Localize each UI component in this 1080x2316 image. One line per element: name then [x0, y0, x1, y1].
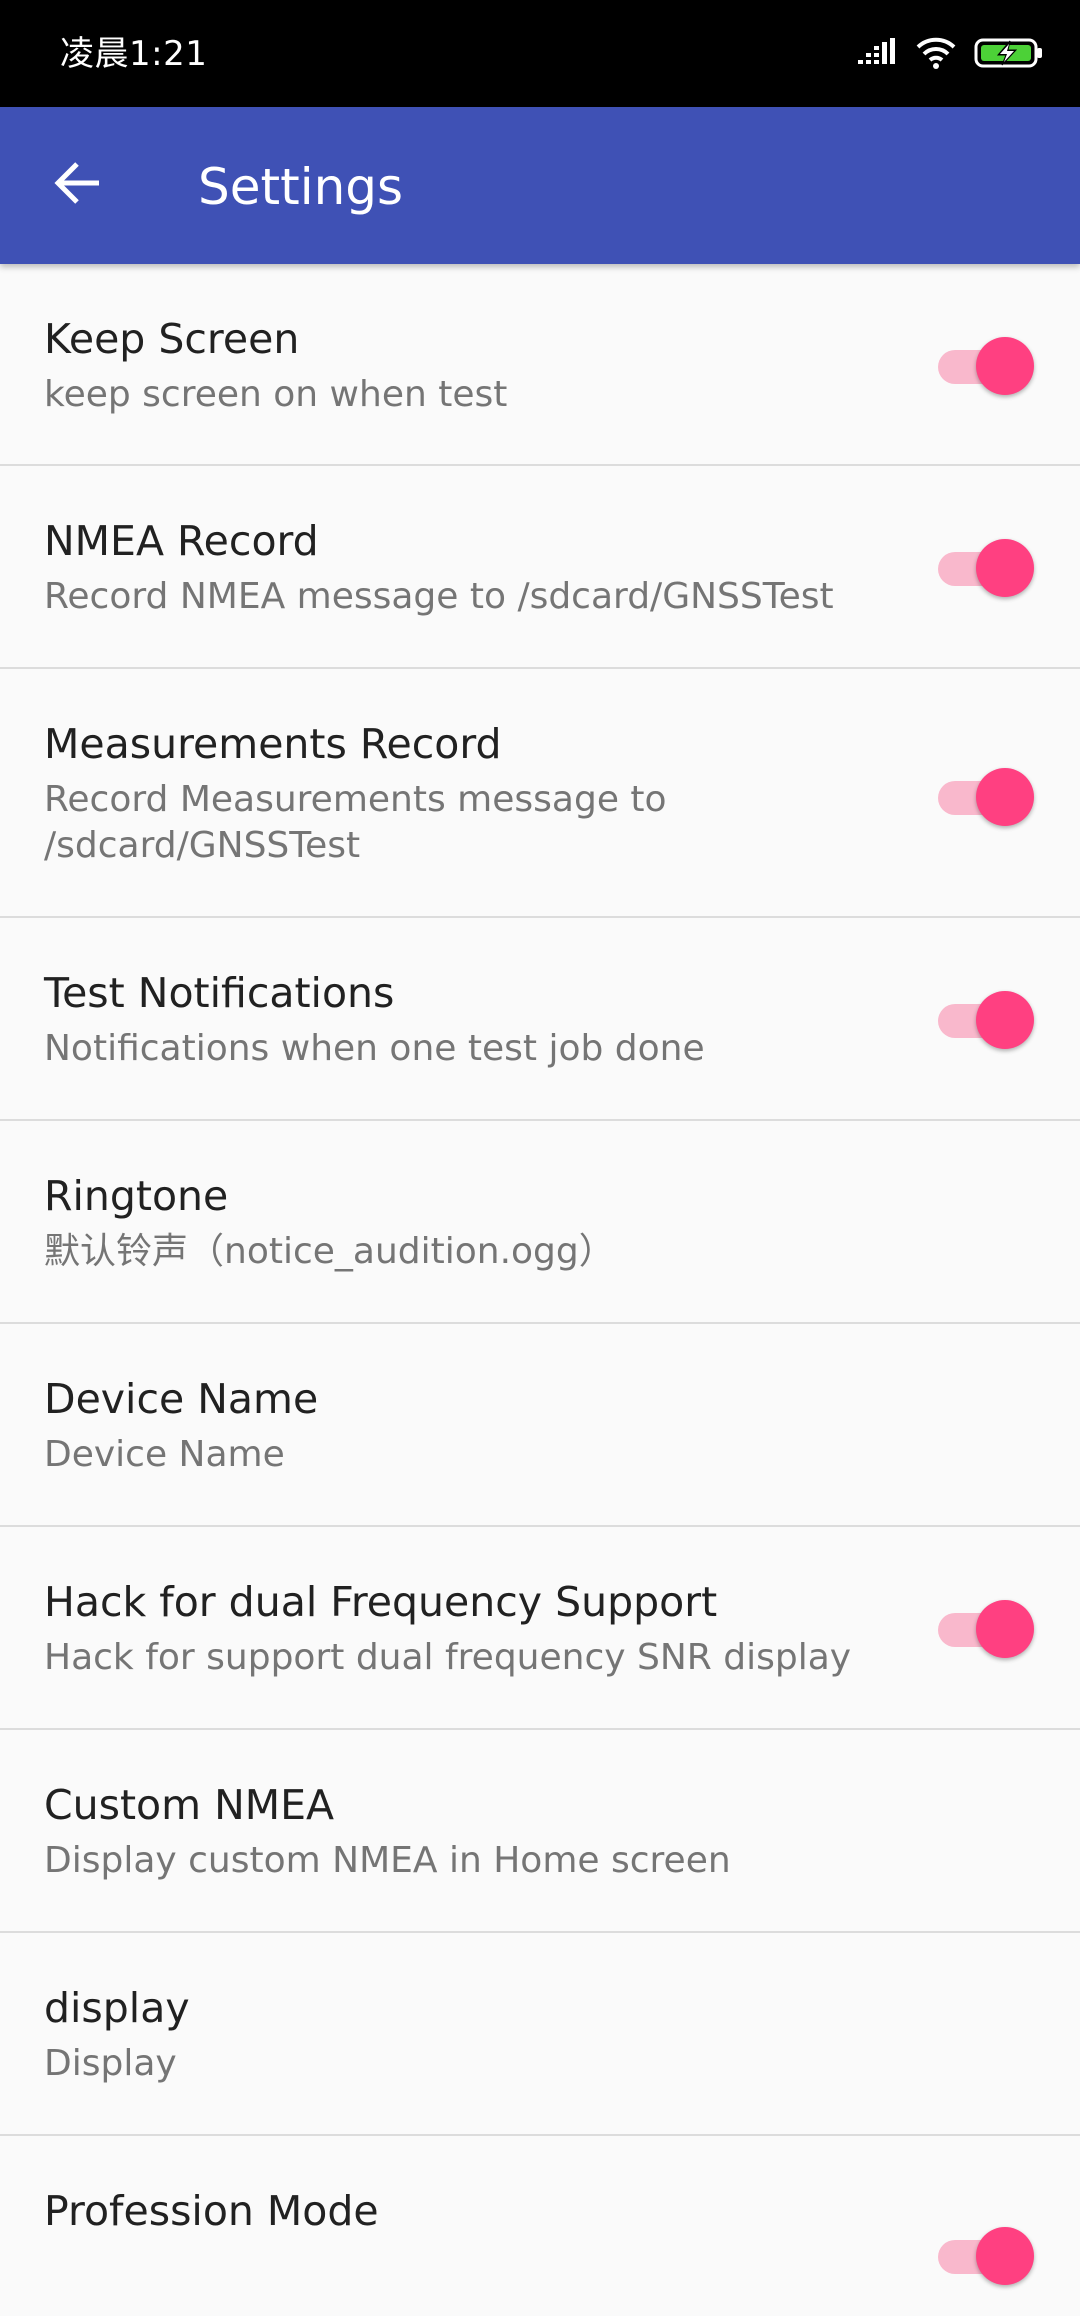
pref-title: display — [44, 1984, 190, 2032]
switch-thumb — [976, 1600, 1034, 1658]
pref-title: Ringtone — [44, 1172, 229, 1220]
pref-summary: keep screen on when test — [44, 374, 508, 415]
keep-screen-switch[interactable] — [938, 332, 1034, 395]
pref-keep-screen[interactable]: Keep Screen keep screen on when test — [0, 264, 1080, 466]
pref-title: Test Notifications — [44, 969, 395, 1017]
status-time: 凌晨1:21 — [60, 34, 208, 74]
pref-summary: Record Measurements message to /sdcard/G… — [44, 779, 667, 866]
page-title: Settings — [198, 158, 404, 216]
pref-hack-dual-frequency[interactable]: Hack for dual Frequency Support Hack for… — [0, 1527, 1080, 1730]
pref-nmea-record[interactable]: NMEA Record Record NMEA message to /sdca… — [0, 466, 1080, 669]
pref-custom-nmea[interactable]: Custom NMEA Display custom NMEA in Home … — [0, 1730, 1080, 1933]
profession-mode-switch[interactable] — [938, 2222, 1034, 2285]
pref-title: Profession Mode — [44, 2187, 379, 2235]
pref-title: Custom NMEA — [44, 1781, 335, 1829]
hack-dual-frequency-switch[interactable] — [938, 1595, 1034, 1658]
measurements-record-switch[interactable] — [938, 763, 1034, 826]
app-bar: Settings — [0, 107, 1080, 264]
pref-title: Keep Screen — [44, 315, 300, 363]
status-icons — [858, 32, 1044, 78]
pref-display[interactable]: display Display — [0, 1933, 1080, 2136]
pref-test-notifications[interactable]: Test Notifications Notifications when on… — [0, 918, 1080, 1121]
pref-summary: 默认铃声（notice_audition.ogg） — [44, 1231, 615, 1272]
pref-summary: Record NMEA message to /sdcard/GNSSTest — [44, 576, 834, 617]
wifi-icon — [916, 37, 956, 73]
battery-charging-icon — [974, 37, 1044, 73]
settings-list: Keep Screen keep screen on when test NME… — [0, 264, 1080, 2316]
status-bar: 凌晨1:21 — [0, 0, 1080, 107]
switch-thumb — [976, 991, 1034, 1049]
arrow-back-icon — [53, 158, 103, 212]
pref-summary: Notifications when one test job done — [44, 1028, 705, 1069]
signal-icon — [858, 38, 898, 72]
test-notifications-switch[interactable] — [938, 986, 1034, 1049]
switch-thumb — [976, 768, 1034, 826]
pref-summary: Hack for support dual frequency SNR disp… — [44, 1637, 852, 1678]
pref-device-name[interactable]: Device Name Device Name — [0, 1324, 1080, 1527]
pref-measurements-record[interactable]: Measurements Record Record Measurements … — [0, 669, 1080, 918]
pref-title: Hack for dual Frequency Support — [44, 1578, 718, 1626]
switch-thumb — [976, 337, 1034, 395]
switch-thumb — [976, 539, 1034, 597]
switch-thumb — [976, 2227, 1034, 2285]
pref-summary: Display custom NMEA in Home screen — [44, 1840, 731, 1881]
back-button[interactable] — [38, 145, 118, 225]
pref-profession-mode[interactable]: Profession Mode — [0, 2136, 1080, 2316]
pref-ringtone[interactable]: Ringtone 默认铃声（notice_audition.ogg） — [0, 1121, 1080, 1324]
nmea-record-switch[interactable] — [938, 534, 1034, 597]
pref-summary: Display — [44, 2043, 177, 2084]
pref-title: NMEA Record — [44, 517, 319, 565]
pref-title: Device Name — [44, 1375, 319, 1423]
pref-summary: Device Name — [44, 1434, 285, 1475]
pref-title: Measurements Record — [44, 720, 502, 768]
